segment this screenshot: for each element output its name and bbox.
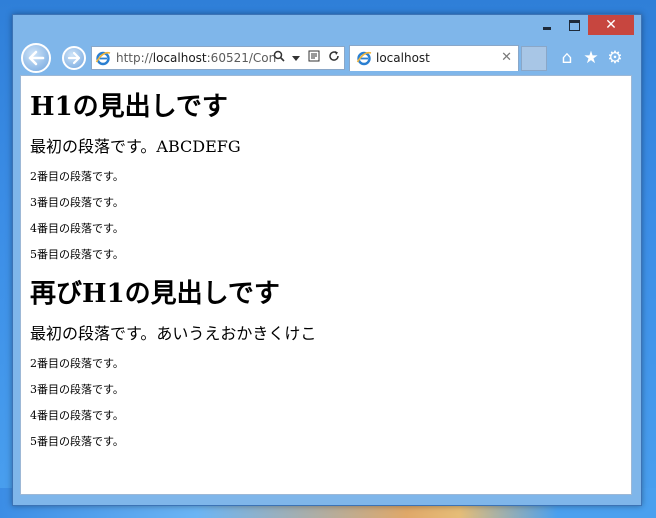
command-icons: ⌂ ★ ⚙	[555, 45, 627, 71]
maximize-button[interactable]	[561, 15, 587, 35]
close-button[interactable]: ✕	[588, 15, 634, 35]
compatibility-view-icon[interactable]	[308, 47, 320, 69]
address-bar[interactable]: http://localhost:60521/Con	[91, 46, 345, 70]
forward-button[interactable]	[62, 46, 86, 70]
lead-paragraph: 最初の段落です。ABCDEFG	[30, 137, 241, 156]
favorites-icon[interactable]: ★	[579, 45, 603, 71]
maximize-icon	[569, 20, 580, 31]
forward-arrow-icon	[67, 51, 81, 65]
paragraph: 3番目の段落です。	[30, 196, 124, 209]
paragraph: 5番目の段落です。	[30, 248, 124, 261]
heading-1: H1の見出しです	[30, 92, 228, 122]
navigation-toolbar: http://localhost:60521/Con localhost ✕ ⌂…	[13, 43, 641, 75]
new-tab-button[interactable]	[521, 46, 547, 71]
close-icon: ✕	[605, 17, 617, 33]
tab-title: localhost	[376, 51, 430, 65]
url-rest: :60521/Con	[206, 51, 276, 65]
tab-close-icon[interactable]: ✕	[501, 46, 512, 70]
address-bar-icons	[269, 47, 340, 69]
paragraph: 2番目の段落です。	[30, 170, 124, 183]
minimize-button[interactable]	[534, 15, 560, 35]
tab-ie-logo-icon	[356, 51, 372, 66]
paragraph: 2番目の段落です。	[30, 357, 124, 370]
back-button[interactable]	[21, 43, 51, 73]
paragraph: 3番目の段落です。	[30, 383, 124, 396]
ie-logo-icon	[95, 51, 111, 66]
paragraph: 4番目の段落です。	[30, 222, 124, 235]
browser-window: ✕ http://localhost:60521/Con localhost ✕…	[12, 14, 642, 506]
paragraph: 4番目の段落です。	[30, 409, 124, 422]
heading-2: 再びH1の見出しです	[30, 279, 280, 309]
dropdown-icon[interactable]	[292, 47, 301, 69]
address-input[interactable]: http://localhost:60521/Con	[116, 47, 276, 69]
minimize-icon	[543, 27, 551, 30]
title-bar: ✕	[13, 15, 641, 43]
paragraph: 5番目の段落です。	[30, 435, 124, 448]
search-icon[interactable]	[273, 47, 285, 69]
url-host: localhost	[152, 51, 207, 65]
browser-tab[interactable]: localhost ✕	[349, 45, 519, 71]
back-arrow-icon	[28, 50, 45, 66]
url-prefix: http://	[116, 51, 153, 65]
settings-icon[interactable]: ⚙	[603, 45, 627, 71]
lead-paragraph: 最初の段落です。あいうえおかきくけこ	[30, 324, 317, 343]
home-icon[interactable]: ⌂	[555, 45, 579, 71]
refresh-icon[interactable]	[328, 47, 340, 69]
page-content: H1の見出しです 最初の段落です。ABCDEFG 2番目の段落です。 3番目の段…	[20, 75, 632, 495]
